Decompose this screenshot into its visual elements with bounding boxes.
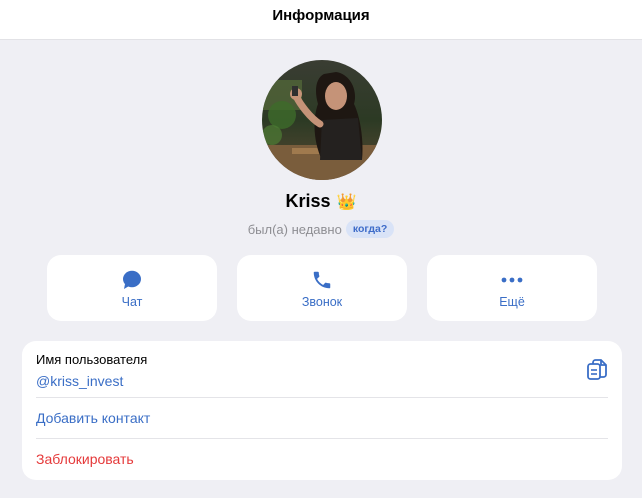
when-badge[interactable]: когда?	[345, 220, 395, 238]
block-user-link[interactable]: Заблокировать	[36, 451, 134, 467]
call-button-label: Звонок	[301, 295, 343, 309]
copy-icon[interactable]	[586, 358, 608, 387]
page-title: Информация	[272, 6, 370, 24]
more-button[interactable]: Ещё	[427, 255, 597, 321]
phone-icon	[311, 269, 333, 291]
top-bar: Информация	[0, 0, 642, 40]
username-label: Имя пользователя	[36, 352, 148, 367]
profile-status-row: был(а) недавно когда?	[0, 220, 642, 238]
divider	[36, 438, 608, 439]
crown-emoji-icon: 👑	[336, 193, 357, 211]
more-button-label: Ещё	[499, 295, 525, 309]
avatar[interactable]	[262, 60, 382, 180]
call-button[interactable]: Звонок	[237, 255, 407, 321]
last-seen-status: был(а) недавно	[247, 221, 342, 237]
divider	[36, 397, 608, 398]
username-value[interactable]: @kriss_invest	[36, 373, 123, 389]
avatar-photo	[262, 60, 382, 180]
info-card: Имя пользователя @kriss_invest Добавить …	[22, 341, 622, 480]
profile-name: Kriss	[285, 191, 331, 211]
add-contact-link[interactable]: Добавить контакт	[36, 410, 150, 426]
more-dots-icon	[500, 269, 524, 291]
profile-name-row: Kriss 👑	[0, 191, 642, 212]
chat-button-label: Чат	[121, 295, 143, 309]
chat-bubble-icon	[121, 269, 143, 291]
chat-button[interactable]: Чат	[47, 255, 217, 321]
